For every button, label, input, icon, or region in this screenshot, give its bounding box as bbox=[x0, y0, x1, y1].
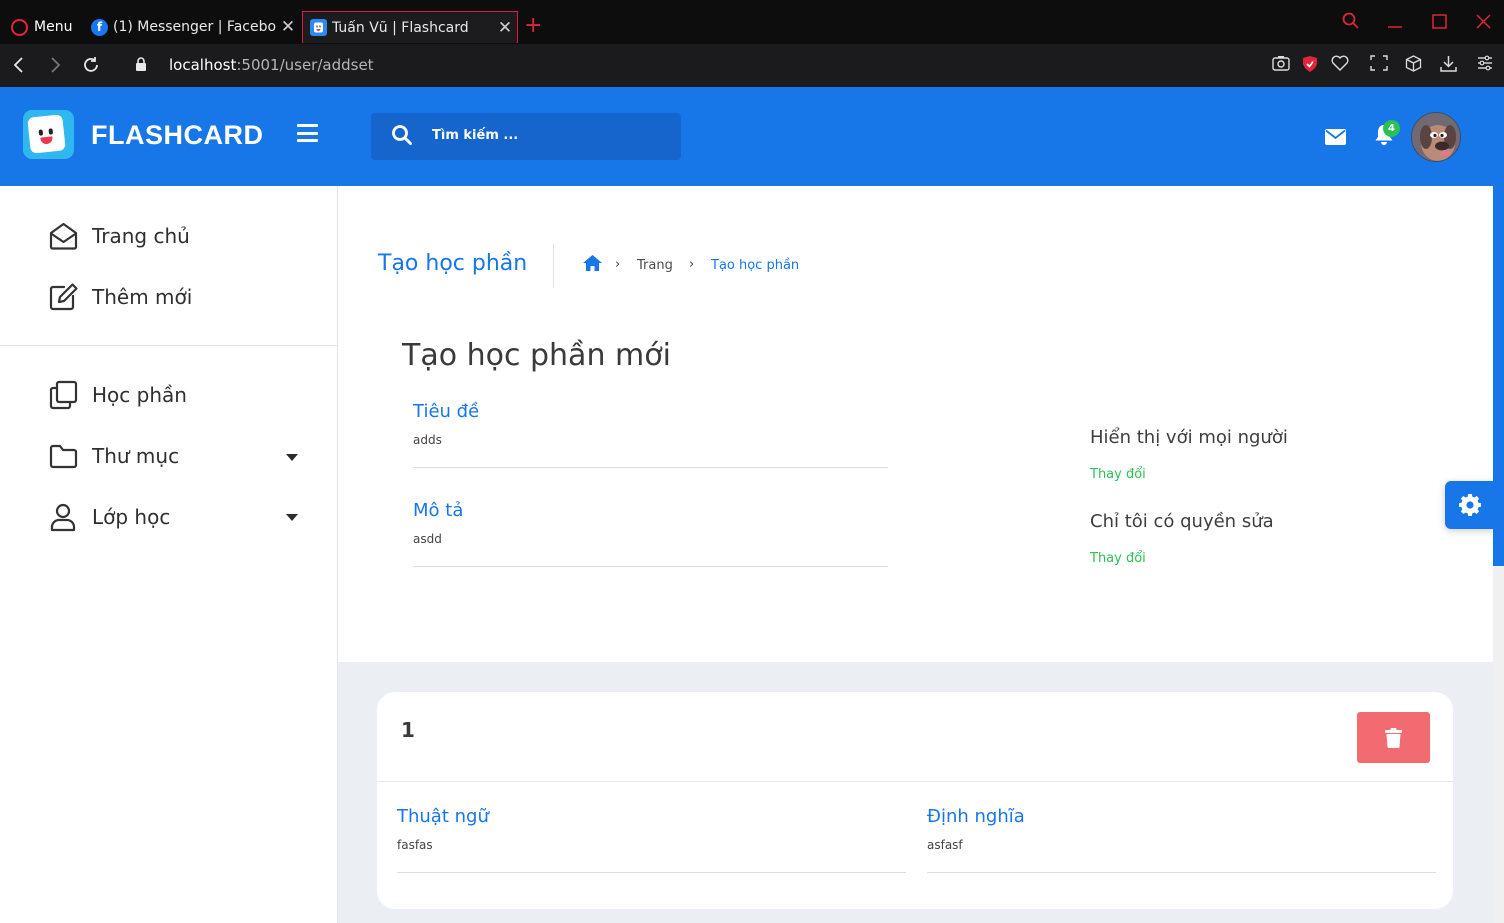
tab-flashcard[interactable]: Tuấn Vũ | Flashcard ✕ bbox=[302, 11, 518, 43]
breadcrumb-chevron-icon: › bbox=[689, 257, 695, 272]
adblock-shield-icon[interactable] bbox=[1302, 55, 1318, 73]
opera-logo-icon bbox=[11, 18, 28, 36]
url-field[interactable]: localhost:5001/user/addset bbox=[169, 56, 374, 74]
description-input-underline bbox=[413, 566, 888, 567]
folder-icon bbox=[49, 444, 78, 469]
description-input[interactable]: asdd bbox=[413, 532, 442, 546]
minimize-icon[interactable] bbox=[1387, 14, 1403, 30]
definition-field-label: Định nghĩa bbox=[927, 806, 1025, 827]
easy-setup-icon[interactable] bbox=[1477, 55, 1493, 71]
title-input-underline bbox=[413, 467, 888, 468]
home-envelope-icon bbox=[49, 222, 78, 250]
breadcrumb-home-icon[interactable] bbox=[582, 254, 603, 272]
copy-icon bbox=[49, 380, 78, 410]
search-tabs-icon[interactable] bbox=[1342, 12, 1360, 30]
term-input-underline bbox=[397, 872, 906, 873]
forward-icon[interactable] bbox=[48, 57, 62, 73]
avatar-dog-image bbox=[1412, 113, 1460, 161]
flashcard-logo-icon[interactable] bbox=[23, 110, 74, 159]
download-icon[interactable] bbox=[1440, 55, 1457, 72]
breadcrumb-chevron-icon: › bbox=[615, 257, 621, 272]
form-title: Tạo học phần mới bbox=[402, 338, 671, 373]
definition-input-underline bbox=[927, 872, 1436, 873]
description-field-label: Mô tả bbox=[413, 500, 464, 521]
opera-menu-button[interactable]: Menu bbox=[0, 11, 84, 43]
maximize-icon[interactable] bbox=[1432, 14, 1447, 29]
search-input[interactable]: Tìm kiếm ... bbox=[432, 128, 518, 143]
term-field-label: Thuật ngữ bbox=[397, 806, 489, 827]
search-icon bbox=[392, 125, 412, 145]
search-box[interactable]: Tìm kiếm ... bbox=[371, 113, 681, 160]
sidebar: Trang chủ Thêm mới Học phần Thư mục Lớp … bbox=[0, 186, 338, 923]
reload-icon[interactable] bbox=[82, 56, 100, 74]
gear-icon bbox=[1459, 494, 1481, 516]
tab-messenger[interactable]: f (1) Messenger | Facebook ✕ bbox=[84, 11, 300, 43]
create-set-panel: Tạo học phần › Trang › Tạo học phần Tạo … bbox=[338, 186, 1493, 662]
term-input[interactable]: fasfas bbox=[397, 838, 433, 852]
edit-permission-option-label: Chỉ tôi có quyền sửa bbox=[1090, 511, 1274, 532]
sidebar-item-label: Học phần bbox=[92, 383, 187, 407]
chevron-down-icon[interactable] bbox=[286, 454, 298, 461]
tab-close-icon[interactable]: ✕ bbox=[493, 18, 517, 38]
heart-icon[interactable] bbox=[1331, 55, 1349, 71]
edit-icon bbox=[49, 283, 78, 311]
card-divider bbox=[377, 781, 1453, 782]
delete-card-button[interactable] bbox=[1357, 712, 1430, 763]
url-path: :5001/user/addset bbox=[236, 56, 374, 74]
mail-icon[interactable] bbox=[1325, 129, 1346, 145]
sidebar-item-label: Trang chủ bbox=[92, 224, 190, 248]
title-divider bbox=[553, 244, 554, 288]
title-input[interactable]: adds bbox=[413, 433, 442, 447]
sidebar-item-label: Thêm mới bbox=[92, 285, 193, 309]
tab-title: Tuấn Vũ | Flashcard bbox=[332, 19, 469, 36]
sidebar-item-folders[interactable]: Thư mục bbox=[48, 436, 179, 476]
facebook-favicon-icon: f bbox=[91, 18, 108, 36]
sidebar-item-add-new[interactable]: Thêm mới bbox=[48, 277, 192, 317]
opera-menu-label: Menu bbox=[34, 19, 73, 35]
new-tab-plus-icon[interactable]: + bbox=[524, 13, 542, 39]
visibility-option-label: Hiển thị với mọi người bbox=[1090, 427, 1288, 448]
tab-close-icon[interactable]: ✕ bbox=[276, 17, 300, 37]
title-field-label: Tiêu đề bbox=[413, 401, 480, 422]
notification-badge: 4 bbox=[1383, 120, 1400, 137]
sidebar-divider bbox=[0, 345, 338, 346]
brand-name[interactable]: FLASHCARD bbox=[91, 120, 264, 151]
browser-tab-bar: Menu f (1) Messenger | Facebook ✕ Tuấn V… bbox=[0, 0, 1504, 44]
breadcrumb-current: Tạo học phần bbox=[711, 258, 800, 273]
sidebar-item-label: Lớp học bbox=[92, 505, 171, 529]
breadcrumb-item[interactable]: Trang bbox=[637, 258, 673, 273]
app-header: FLASHCARD Tìm kiếm ... 4 bbox=[0, 87, 1504, 186]
page-title: Tạo học phần bbox=[378, 251, 528, 276]
chevron-down-icon[interactable] bbox=[286, 514, 298, 521]
flashcard-favicon-icon bbox=[310, 19, 327, 36]
snapshot-icon[interactable] bbox=[1272, 55, 1290, 71]
user-avatar[interactable] bbox=[1411, 112, 1461, 162]
address-bar: localhost:5001/user/addset bbox=[0, 44, 1504, 87]
scrollbar-thumb[interactable] bbox=[1493, 186, 1504, 566]
sidebar-item-classes[interactable]: Lớp học bbox=[48, 497, 170, 537]
back-icon[interactable] bbox=[12, 57, 26, 73]
url-host: localhost bbox=[169, 56, 237, 74]
tab-title: (1) Messenger | Facebook bbox=[113, 19, 276, 35]
visibility-change-link[interactable]: Thay đổi bbox=[1090, 467, 1146, 482]
close-window-icon[interactable] bbox=[1476, 14, 1491, 29]
term-card: 1 Thuật ngữ fasfas Định nghĩa asfasf bbox=[377, 692, 1453, 909]
user-icon bbox=[50, 503, 76, 532]
trash-icon bbox=[1385, 727, 1402, 748]
definition-input[interactable]: asfasf bbox=[927, 838, 963, 852]
sidebar-item-label: Thư mục bbox=[92, 444, 180, 468]
sidebar-item-study-sets[interactable]: Học phần bbox=[48, 375, 187, 415]
card-number: 1 bbox=[401, 718, 415, 742]
menu-toggle-icon[interactable] bbox=[297, 124, 318, 142]
lock-icon bbox=[136, 57, 146, 71]
edit-permission-change-link[interactable]: Thay đổi bbox=[1090, 551, 1146, 566]
extensions-cube-icon[interactable] bbox=[1405, 55, 1422, 72]
sidebar-item-home[interactable]: Trang chủ bbox=[48, 216, 190, 256]
capture-icon[interactable] bbox=[1370, 55, 1388, 71]
settings-button[interactable] bbox=[1445, 481, 1495, 529]
